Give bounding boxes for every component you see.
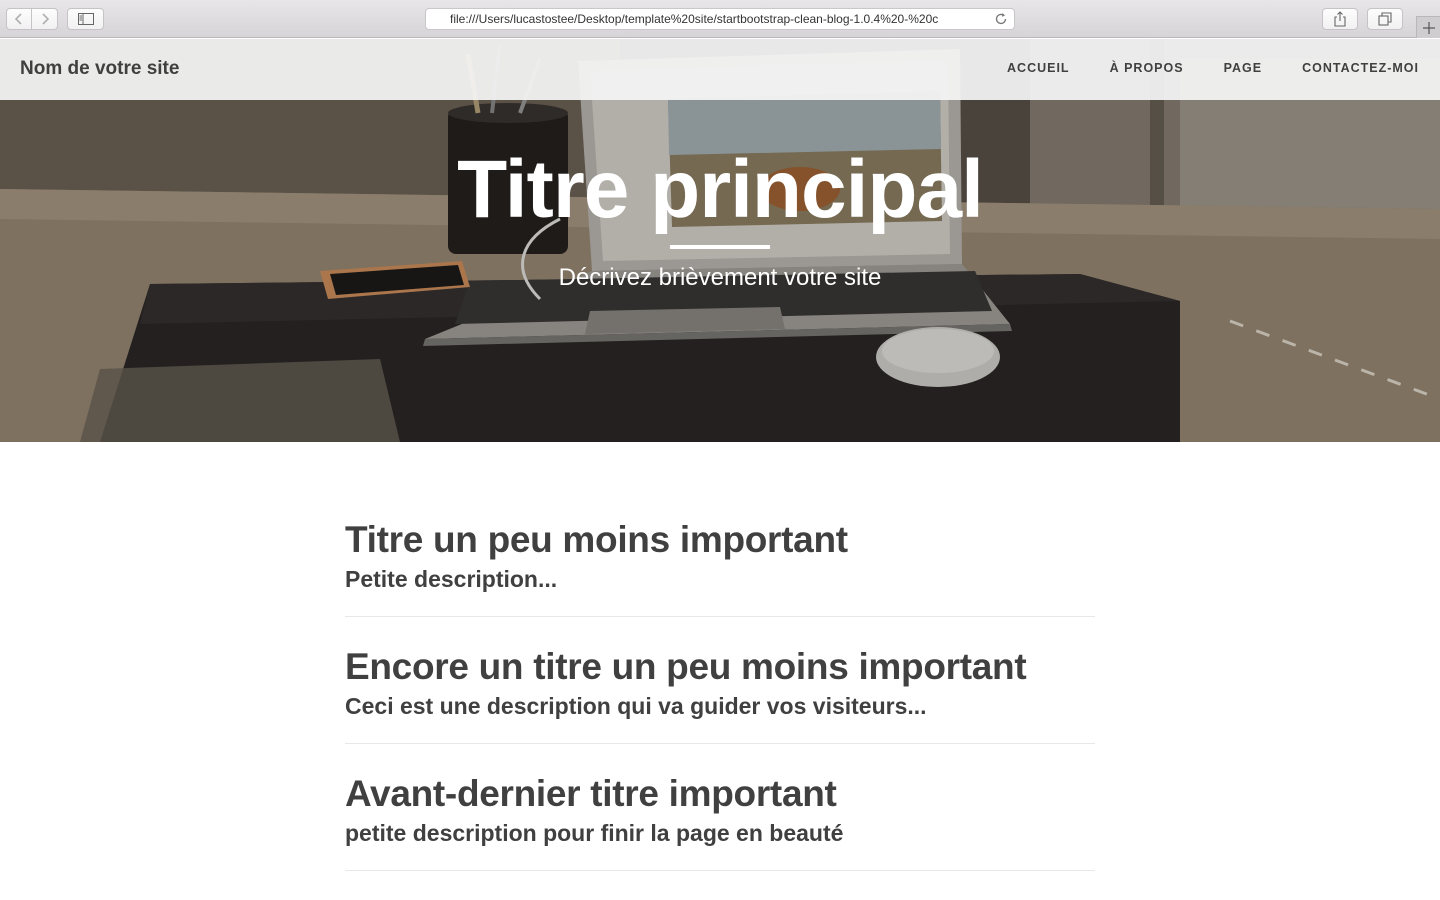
browser-toolbar: file:///Users/lucastostee/Desktop/templa… <box>0 0 1440 38</box>
forward-button[interactable] <box>32 8 58 30</box>
tabs-icon <box>1378 12 1392 26</box>
site-brand-link[interactable]: Nom de votre site <box>20 58 179 80</box>
post-preview[interactable]: Avant-dernier titre important petite des… <box>345 744 1095 871</box>
back-icon <box>14 13 22 25</box>
hero-subtitle: Décrivez brièvement votre site <box>558 264 882 291</box>
hero-title: Titre principal <box>457 144 984 235</box>
post-subtitle: Ceci est une description qui va guider v… <box>345 693 927 719</box>
nav-link-accueil[interactable]: ACCUEIL <box>1007 61 1070 75</box>
post-title[interactable]: Titre un peu moins important <box>345 518 1095 562</box>
nav-link-contactez-moi[interactable]: CONTACTEZ-MOI <box>1302 61 1419 75</box>
show-tabs-button[interactable] <box>1367 8 1403 30</box>
nav-links: ACCUEIL À PROPOS PAGE CONTACTEZ-MOI <box>967 61 1419 75</box>
post-title[interactable]: Encore un titre un peu moins important <box>345 645 1095 689</box>
back-button[interactable] <box>6 8 32 30</box>
new-tab-button[interactable] <box>1416 16 1440 38</box>
post-list: Titre un peu moins important Petite desc… <box>345 442 1095 871</box>
nav-link-page[interactable]: PAGE <box>1224 61 1263 75</box>
forward-icon <box>41 13 49 25</box>
nav-link-a-propos[interactable]: À PROPOS <box>1110 61 1184 75</box>
post-preview[interactable]: Titre un peu moins important Petite desc… <box>345 518 1095 617</box>
new-tab-icon <box>1422 21 1435 34</box>
share-icon <box>1334 11 1346 27</box>
sidebar-toggle-button[interactable] <box>67 8 104 30</box>
address-bar[interactable]: file:///Users/lucastostee/Desktop/templa… <box>425 8 1015 30</box>
sidebar-icon <box>77 13 94 25</box>
url-text: file:///Users/lucastostee/Desktop/templa… <box>450 12 939 26</box>
hero-header: Nom de votre site ACCUEIL À PROPOS PAGE … <box>0 39 1440 442</box>
post-preview[interactable]: Encore un titre un peu moins important C… <box>345 617 1095 744</box>
share-button[interactable] <box>1322 8 1358 30</box>
site-navbar: Nom de votre site ACCUEIL À PROPOS PAGE … <box>0 39 1440 100</box>
reload-icon[interactable] <box>994 12 1008 26</box>
hero-divider <box>670 245 770 249</box>
post-title[interactable]: Avant-dernier titre important <box>345 772 1095 816</box>
post-subtitle: petite description pour finir la page en… <box>345 820 844 846</box>
post-subtitle: Petite description... <box>345 566 558 592</box>
